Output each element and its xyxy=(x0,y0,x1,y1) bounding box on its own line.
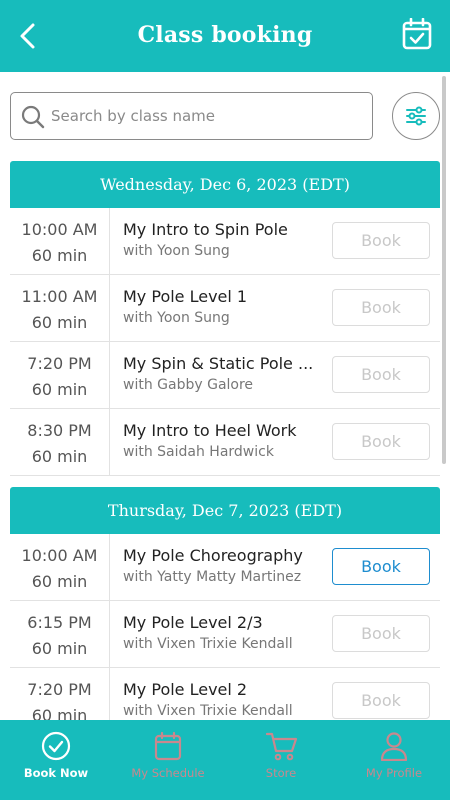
class-info: My Intro to Spin Pole with Yoon Sung xyxy=(123,220,323,259)
class-info: My Pole Level 2/3 with Vixen Trixie Kend… xyxy=(123,613,323,652)
class-time-cell: 10:00 AM 60 min xyxy=(10,208,110,274)
scrollbar[interactable] xyxy=(442,76,446,464)
class-time: 7:20 PM xyxy=(27,354,92,373)
class-row: 11:00 AM 60 min My Pole Level 1 with Yoo… xyxy=(10,275,440,342)
search-input[interactable] xyxy=(51,93,366,138)
day-section: Thursday, Dec 7, 2023 (EDT) 10:00 AM 60 … xyxy=(10,487,440,720)
day-header: Wednesday, Dec 6, 2023 (EDT) xyxy=(10,161,440,208)
tab-label: My Schedule xyxy=(131,766,205,780)
class-name: My Intro to Spin Pole xyxy=(123,220,288,239)
book-button[interactable]: Book xyxy=(332,289,430,326)
class-instructor: with Gabby Galore xyxy=(123,377,254,393)
class-time-cell: 7:20 PM 60 min xyxy=(10,342,110,408)
class-duration: 60 min xyxy=(31,313,88,332)
class-time-cell: 7:20 PM 60 min xyxy=(10,668,110,720)
class-duration: 60 min xyxy=(31,246,88,265)
class-name: My Intro to Heel Work xyxy=(123,421,297,440)
class-name: My Pole Level 1 xyxy=(123,287,248,306)
class-instructor: with Yoon Sung xyxy=(123,310,230,326)
class-name: My Pole Choreography xyxy=(123,546,303,565)
filter-sliders-icon xyxy=(406,106,426,126)
class-time-cell: 10:00 AM 60 min xyxy=(10,534,110,600)
class-duration: 60 min xyxy=(31,380,88,399)
class-row: 7:20 PM 60 min My Pole Level 2 with Vixe… xyxy=(10,668,440,720)
book-button[interactable]: Book xyxy=(332,615,430,652)
book-button[interactable]: Book xyxy=(332,423,430,460)
class-instructor: with Vixen Trixie Kendall xyxy=(123,703,293,719)
class-instructor: with Yatty Matty Martinez xyxy=(123,569,302,585)
class-row: 10:00 AM 60 min My Intro to Spin Pole wi… xyxy=(10,208,440,275)
class-row: 8:30 PM 60 min My Intro to Heel Work wit… xyxy=(10,409,440,476)
class-row: 10:00 AM 60 min My Pole Choreography wit… xyxy=(10,534,440,601)
book-button[interactable]: Book xyxy=(332,222,430,259)
class-instructor: with Vixen Trixie Kendall xyxy=(123,636,293,652)
class-time: 11:00 AM xyxy=(21,287,98,306)
filter-button[interactable] xyxy=(392,92,440,140)
class-duration: 60 min xyxy=(31,447,88,466)
day-section: Wednesday, Dec 6, 2023 (EDT) 10:00 AM 60… xyxy=(10,161,440,476)
class-time-cell: 6:15 PM 60 min xyxy=(10,601,110,667)
tab-label: My Profile xyxy=(365,766,423,780)
day-header: Thursday, Dec 7, 2023 (EDT) xyxy=(10,487,440,534)
class-row: 6:15 PM 60 min My Pole Level 2/3 with Vi… xyxy=(10,601,440,668)
person-icon xyxy=(380,732,408,761)
class-info: My Spin & Static Pole ... with Gabby Gal… xyxy=(123,354,323,393)
class-row: 7:20 PM 60 min My Spin & Static Pole ...… xyxy=(10,342,440,409)
class-time: 7:20 PM xyxy=(27,680,92,699)
book-button[interactable]: Book xyxy=(332,356,430,393)
class-time: 6:15 PM xyxy=(27,613,92,632)
calendar-icon xyxy=(154,731,182,761)
app-header: Class booking xyxy=(0,0,450,72)
tab-store[interactable]: Store xyxy=(225,720,337,800)
page-title: Class booking xyxy=(137,22,313,48)
search-row xyxy=(10,90,440,142)
class-time-cell: 8:30 PM 60 min xyxy=(10,409,110,475)
bottom-tab-bar: Book Now My Schedule Store My Profile xyxy=(0,720,450,800)
class-info: My Pole Level 1 with Yoon Sung xyxy=(123,287,323,326)
cart-icon xyxy=(266,732,298,761)
check-circle-icon xyxy=(41,731,71,761)
class-time: 10:00 AM xyxy=(21,546,98,565)
class-info: My Pole Choreography with Yatty Matty Ma… xyxy=(123,546,323,585)
calendar-check-icon[interactable] xyxy=(402,18,432,50)
tab-label: Store xyxy=(265,766,297,780)
class-instructor: with Yoon Sung xyxy=(123,243,230,259)
class-time-cell: 11:00 AM 60 min xyxy=(10,275,110,341)
class-instructor: with Saidah Hardwick xyxy=(123,444,274,460)
class-name: My Pole Level 2 xyxy=(123,680,248,699)
class-name: My Pole Level 2/3 xyxy=(123,613,263,632)
tab-book-now[interactable]: Book Now xyxy=(0,720,112,800)
class-duration: 60 min xyxy=(31,572,88,591)
class-duration: 60 min xyxy=(31,639,88,658)
tab-my-profile[interactable]: My Profile xyxy=(338,720,450,800)
search-box[interactable] xyxy=(10,92,373,140)
tab-label: Book Now xyxy=(23,766,89,780)
tab-my-schedule[interactable]: My Schedule xyxy=(112,720,224,800)
class-time: 10:00 AM xyxy=(21,220,98,239)
class-time: 8:30 PM xyxy=(27,421,92,440)
search-icon xyxy=(21,105,45,129)
class-duration: 60 min xyxy=(31,706,88,720)
class-info: My Pole Level 2 with Vixen Trixie Kendal… xyxy=(123,680,323,719)
book-button[interactable]: Book xyxy=(332,682,430,719)
book-button[interactable]: Book xyxy=(332,548,430,585)
class-list-content[interactable]: Wednesday, Dec 6, 2023 (EDT) 10:00 AM 60… xyxy=(0,72,450,720)
class-name: My Spin & Static Pole ... xyxy=(123,354,314,373)
class-info: My Intro to Heel Work with Saidah Hardwi… xyxy=(123,421,323,460)
